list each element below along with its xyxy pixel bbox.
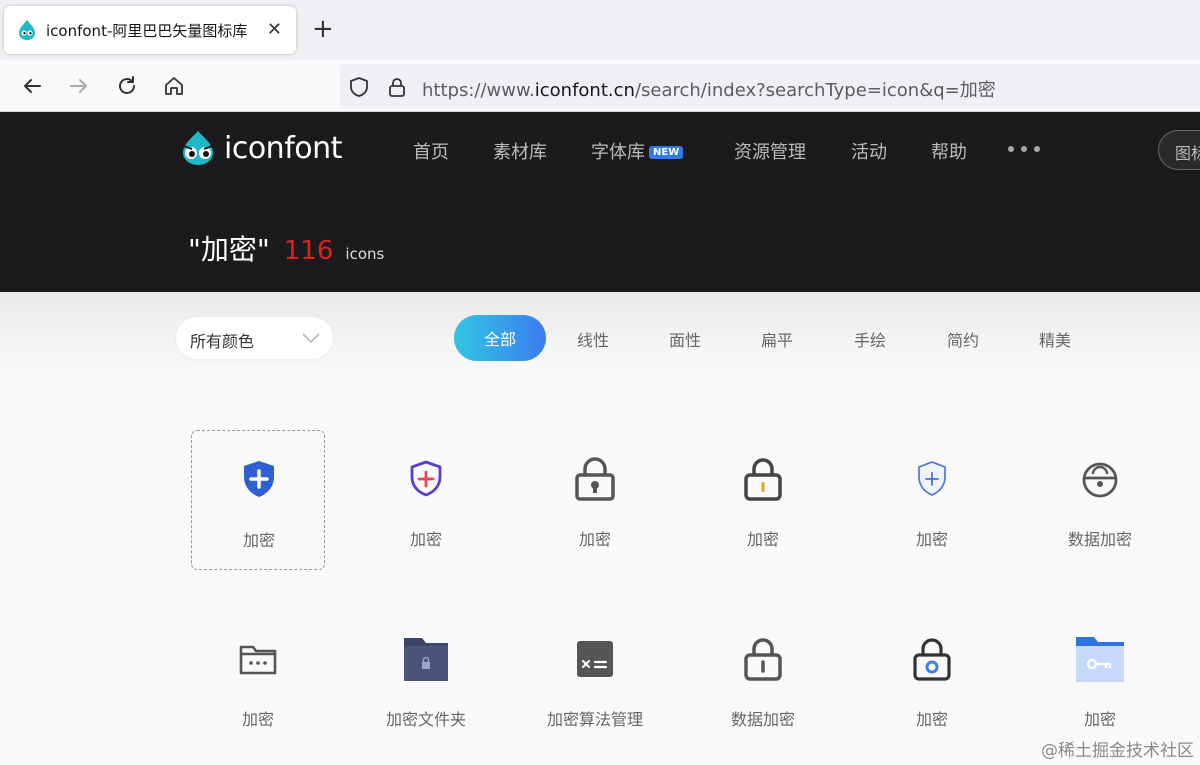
style-tab-simple[interactable]: 简约 bbox=[947, 327, 979, 351]
round-lock-icon bbox=[1082, 462, 1118, 498]
iconfont-favicon-icon bbox=[19, 20, 35, 40]
nav-assets[interactable]: 素材库 bbox=[493, 138, 547, 164]
browser-toolbar: https://www.iconfont.cn/search/index?sea… bbox=[0, 60, 1200, 112]
home-button[interactable] bbox=[160, 72, 188, 100]
arrow-right-icon bbox=[70, 79, 87, 93]
icon-card[interactable]: 加密 bbox=[696, 430, 830, 570]
nav-resources[interactable]: 资源管理 bbox=[734, 138, 806, 164]
logo-text: iconfont bbox=[224, 130, 342, 166]
nav-fonts-label: 字体库 bbox=[591, 142, 645, 163]
icon-label: 数据加密 bbox=[730, 710, 795, 729]
nav-activities[interactable]: 活动 bbox=[851, 138, 887, 164]
result-count: 116 bbox=[283, 236, 334, 266]
padlock-keyhole-icon bbox=[575, 457, 615, 501]
padlock-orange-icon bbox=[744, 458, 782, 501]
icon-label: 加密文件夹 bbox=[385, 710, 466, 729]
algorithm-box-icon bbox=[577, 641, 613, 677]
icon-label: 加密 bbox=[409, 530, 442, 549]
url-prefix: https://www. bbox=[422, 80, 535, 101]
icon-label: 加密 bbox=[915, 530, 948, 549]
more-menu-icon[interactable] bbox=[1008, 146, 1040, 152]
back-button[interactable] bbox=[18, 72, 46, 100]
shield-icon[interactable] bbox=[348, 76, 370, 98]
padlock-outline-icon bbox=[744, 638, 782, 681]
icon-card[interactable]: 加密算法管理 bbox=[528, 610, 662, 750]
browser-tab-strip: iconfont-阿里巴巴矢量图标库 ✕ + bbox=[0, 0, 1200, 60]
url-host: iconfont.cn bbox=[534, 80, 635, 101]
dark-folder-lock-icon bbox=[404, 638, 448, 681]
watermark: @稀土掘金技术社区 bbox=[1041, 741, 1194, 761]
icon-card[interactable]: 加密 bbox=[359, 430, 493, 570]
style-tab-flat[interactable]: 扁平 bbox=[761, 327, 793, 351]
icon-label: 加密算法管理 bbox=[546, 710, 643, 729]
url-text[interactable]: https://www.iconfont.cn/search/index?sea… bbox=[422, 76, 996, 102]
url-path: /search/index?searchType=icon&q=加密 bbox=[634, 80, 996, 101]
style-tab-fill[interactable]: 面性 bbox=[669, 327, 701, 351]
home-icon bbox=[165, 77, 183, 95]
new-tab-icon[interactable]: + bbox=[312, 14, 334, 44]
icon-label: 加密 bbox=[241, 710, 274, 729]
header-search-input[interactable]: 图标 bbox=[1158, 130, 1200, 170]
new-badge: NEW bbox=[649, 146, 684, 159]
icon-card[interactable]: 加密 bbox=[191, 610, 325, 750]
search-query: "加密" bbox=[188, 233, 270, 266]
search-summary: "加密" 116 icons bbox=[188, 228, 384, 268]
site-header: iconfont 首页 素材库 字体库 NEW 资源管理 活动 帮助 图标 "加密… bbox=[0, 112, 1200, 292]
icon-label: 加密 bbox=[1083, 710, 1116, 729]
padlock-blue-dot-icon bbox=[913, 638, 951, 681]
icon-label: 数据加密 bbox=[1067, 530, 1132, 549]
style-tab-exquisite[interactable]: 精美 bbox=[1039, 327, 1071, 351]
filter-bar: 所有颜色 全部 线性 面性 扁平 手绘 简约 精美 bbox=[0, 292, 1200, 384]
nav-fonts[interactable]: 字体库 NEW bbox=[591, 138, 684, 164]
folder-password-icon bbox=[239, 645, 277, 675]
icon-results-grid: 加密 加密 加密 加密 加密 数据加密 加密 加密文件夹 加密算法管理 数据加密… bbox=[0, 384, 1200, 765]
icon-label: 加密 bbox=[578, 530, 611, 549]
reload-icon bbox=[119, 76, 135, 94]
nav-help[interactable]: 帮助 bbox=[931, 138, 967, 164]
arrow-left-icon bbox=[24, 79, 41, 93]
icon-card[interactable]: 加密 bbox=[865, 430, 999, 570]
shield-plus-outline-icon bbox=[410, 460, 442, 497]
chevron-down-icon bbox=[302, 333, 320, 344]
close-tab-icon[interactable]: ✕ bbox=[267, 19, 282, 40]
icon-card[interactable]: 加密 bbox=[528, 430, 662, 570]
shield-plus-blue-icon bbox=[244, 461, 274, 497]
icon-label: 加密 bbox=[915, 710, 948, 729]
icon-card[interactable]: 加密文件夹 bbox=[359, 610, 493, 750]
reload-button[interactable] bbox=[113, 72, 141, 100]
tab-title: iconfont-阿里巴巴矢量图标库 bbox=[46, 21, 248, 40]
icon-label: 加密 bbox=[242, 531, 275, 550]
icon-card[interactable]: 数据加密 bbox=[696, 610, 830, 750]
browser-tab[interactable]: iconfont-阿里巴巴矢量图标库 ✕ bbox=[4, 6, 296, 54]
style-tab-line[interactable]: 线性 bbox=[577, 327, 609, 351]
lock-icon[interactable] bbox=[386, 76, 408, 98]
blue-folder-key-icon bbox=[1076, 637, 1124, 682]
nav-home[interactable]: 首页 bbox=[413, 138, 449, 164]
shield-plus-thin-icon bbox=[918, 461, 946, 496]
icon-card[interactable]: 加密 bbox=[1033, 610, 1167, 750]
icon-label: 加密 bbox=[746, 530, 779, 549]
forward-button[interactable] bbox=[65, 72, 93, 100]
result-unit: icons bbox=[345, 245, 385, 263]
icon-card[interactable]: 数据加密 bbox=[1033, 430, 1167, 570]
icon-card[interactable]: 加密 bbox=[191, 430, 325, 570]
icon-card[interactable]: 加密 bbox=[865, 610, 999, 750]
color-filter-value: 所有颜色 bbox=[190, 332, 255, 351]
address-bar[interactable]: https://www.iconfont.cn/search/index?sea… bbox=[340, 64, 1200, 108]
color-filter-select[interactable]: 所有颜色 bbox=[176, 317, 333, 359]
style-tab-all[interactable]: 全部 bbox=[454, 315, 546, 361]
style-tab-handdrawn[interactable]: 手绘 bbox=[854, 327, 886, 351]
iconfont-logo[interactable]: iconfont bbox=[178, 129, 342, 167]
iconfont-mascot-icon bbox=[183, 131, 213, 165]
